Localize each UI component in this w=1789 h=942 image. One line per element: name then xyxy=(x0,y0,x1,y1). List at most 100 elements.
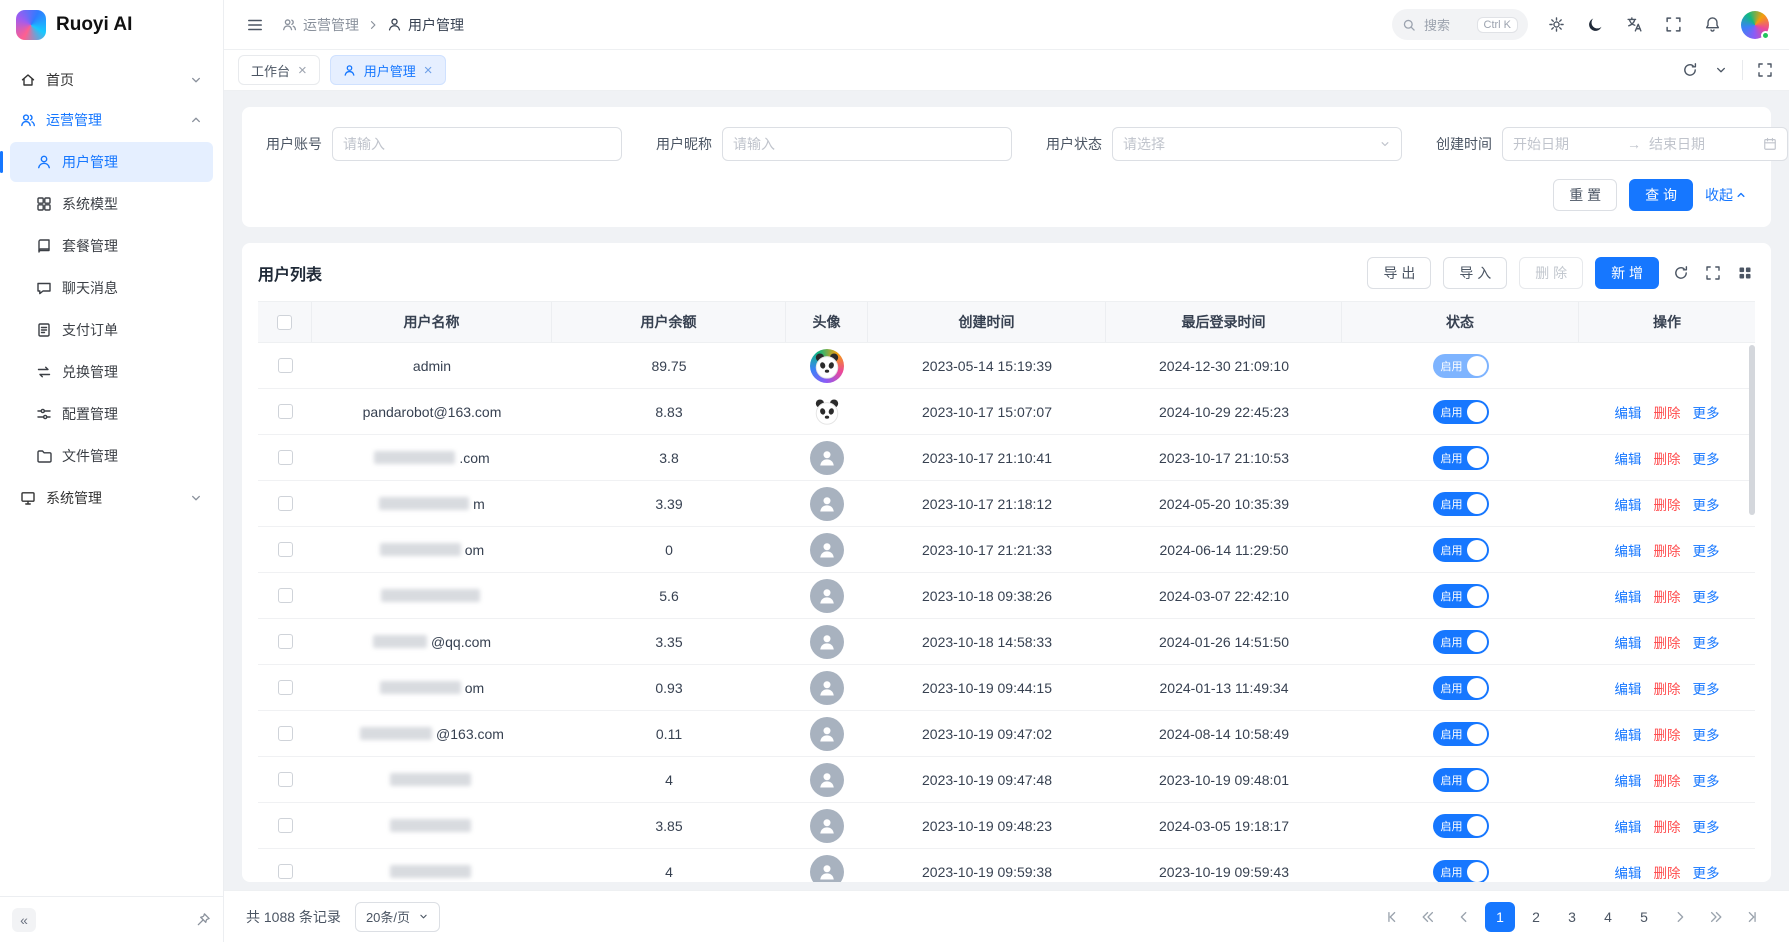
sidebar-item-system[interactable]: 系统管理 xyxy=(10,478,213,518)
delete-row-link[interactable]: 删除 xyxy=(1654,770,1681,790)
status-toggle[interactable]: 启用 xyxy=(1433,630,1489,654)
pin-icon[interactable] xyxy=(196,912,211,927)
more-row-link[interactable]: 更多 xyxy=(1693,494,1720,514)
status-toggle[interactable]: 启用 xyxy=(1433,768,1489,792)
search-button[interactable]: 查 询 xyxy=(1629,179,1693,211)
edit-row-link[interactable]: 编辑 xyxy=(1615,494,1642,514)
dark-mode-moon-icon[interactable] xyxy=(1585,14,1606,35)
column-header-created[interactable]: 创建时间 xyxy=(868,302,1106,342)
edit-row-link[interactable]: 编辑 xyxy=(1615,402,1642,422)
column-header-balance[interactable]: 用户余额 xyxy=(552,302,786,342)
row-checkbox[interactable] xyxy=(278,772,293,787)
row-checkbox[interactable] xyxy=(278,864,293,879)
delete-row-link[interactable]: 删除 xyxy=(1654,540,1681,560)
delete-row-link[interactable]: 删除 xyxy=(1654,816,1681,836)
column-settings-grid-icon[interactable] xyxy=(1735,263,1755,283)
jump-forward-button[interactable] xyxy=(1701,902,1731,932)
bell-icon[interactable] xyxy=(1702,14,1723,35)
status-toggle[interactable]: 启用 xyxy=(1433,722,1489,746)
first-page-button[interactable] xyxy=(1377,902,1407,932)
jump-back-button[interactable] xyxy=(1413,902,1443,932)
column-header-status[interactable]: 状态 xyxy=(1342,302,1579,342)
status-toggle[interactable]: 启用 xyxy=(1433,860,1489,883)
table-scrollbar[interactable] xyxy=(1749,345,1755,515)
translate-icon[interactable] xyxy=(1624,14,1645,35)
row-checkbox[interactable] xyxy=(278,496,293,511)
more-row-link[interactable]: 更多 xyxy=(1693,448,1720,468)
delete-row-link[interactable]: 删除 xyxy=(1654,402,1681,422)
more-row-link[interactable]: 更多 xyxy=(1693,632,1720,652)
hamburger-menu-icon[interactable] xyxy=(244,14,266,36)
more-row-link[interactable]: 更多 xyxy=(1693,402,1720,422)
sidebar-item-messages[interactable]: 聊天消息 xyxy=(10,268,213,308)
user-avatar[interactable] xyxy=(1741,11,1769,39)
more-row-link[interactable]: 更多 xyxy=(1693,586,1720,606)
gear-icon[interactable] xyxy=(1546,14,1567,35)
column-header-actions[interactable]: 操作 xyxy=(1579,302,1755,342)
row-checkbox[interactable] xyxy=(278,588,293,603)
row-checkbox[interactable] xyxy=(278,542,293,557)
status-toggle[interactable]: 启用 xyxy=(1433,538,1489,562)
breadcrumb-users[interactable]: 用户管理 xyxy=(387,15,464,35)
delete-row-link[interactable]: 删除 xyxy=(1654,862,1681,882)
nickname-input[interactable] xyxy=(722,127,1012,161)
page-button-5[interactable]: 5 xyxy=(1629,902,1659,932)
add-button[interactable]: 新 增 xyxy=(1595,257,1659,289)
tab-workbench[interactable]: 工作台 × xyxy=(238,55,320,85)
edit-row-link[interactable]: 编辑 xyxy=(1615,540,1642,560)
prev-page-button[interactable] xyxy=(1449,902,1479,932)
row-checkbox[interactable] xyxy=(278,358,293,373)
delete-row-link[interactable]: 删除 xyxy=(1654,678,1681,698)
edit-row-link[interactable]: 编辑 xyxy=(1615,632,1642,652)
fullscreen-icon[interactable] xyxy=(1663,14,1684,35)
sidebar-item-files[interactable]: 文件管理 xyxy=(10,436,213,476)
row-checkbox[interactable] xyxy=(278,450,293,465)
status-toggle[interactable]: 启用 xyxy=(1433,492,1489,516)
global-search[interactable]: 搜索 Ctrl K xyxy=(1392,9,1528,40)
row-checkbox[interactable] xyxy=(278,726,293,741)
status-toggle[interactable]: 启用 xyxy=(1433,584,1489,608)
status-toggle[interactable]: 启用 xyxy=(1433,446,1489,470)
sidebar-item-operations[interactable]: 运营管理 xyxy=(10,100,213,140)
delete-row-link[interactable]: 删除 xyxy=(1654,724,1681,744)
page-button-2[interactable]: 2 xyxy=(1521,902,1551,932)
edit-row-link[interactable]: 编辑 xyxy=(1615,816,1642,836)
row-checkbox[interactable] xyxy=(278,404,293,419)
import-button[interactable]: 导 入 xyxy=(1443,257,1507,289)
close-icon[interactable]: × xyxy=(424,63,433,78)
close-icon[interactable]: × xyxy=(298,63,307,78)
sidebar-item-plans[interactable]: 套餐管理 xyxy=(10,226,213,266)
account-input[interactable] xyxy=(332,127,622,161)
edit-row-link[interactable]: 编辑 xyxy=(1615,770,1642,790)
column-header-avatar[interactable]: 头像 xyxy=(786,302,868,342)
edit-row-link[interactable]: 编辑 xyxy=(1615,724,1642,744)
more-row-link[interactable]: 更多 xyxy=(1693,770,1720,790)
status-toggle[interactable]: 启用 xyxy=(1433,354,1489,378)
page-button-3[interactable]: 3 xyxy=(1557,902,1587,932)
delete-row-link[interactable]: 删除 xyxy=(1654,632,1681,652)
page-button-1[interactable]: 1 xyxy=(1485,902,1515,932)
column-header-last-login[interactable]: 最后登录时间 xyxy=(1106,302,1342,342)
refresh-icon[interactable] xyxy=(1671,263,1691,283)
status-toggle[interactable]: 启用 xyxy=(1433,400,1489,424)
page-size-select[interactable]: 20条/页 xyxy=(355,902,440,932)
page-button-4[interactable]: 4 xyxy=(1593,902,1623,932)
sidebar-collapse-button[interactable]: « xyxy=(12,908,36,932)
delete-row-link[interactable]: 删除 xyxy=(1654,586,1681,606)
select-all-checkbox[interactable] xyxy=(277,315,292,330)
row-checkbox[interactable] xyxy=(278,634,293,649)
sidebar-item-config[interactable]: 配置管理 xyxy=(10,394,213,434)
breadcrumb-operations[interactable]: 运营管理 xyxy=(282,15,359,35)
row-checkbox[interactable] xyxy=(278,818,293,833)
collapse-filters-link[interactable]: 收起 xyxy=(1705,185,1747,205)
more-row-link[interactable]: 更多 xyxy=(1693,678,1720,698)
sidebar-item-redeem[interactable]: 兑换管理 xyxy=(10,352,213,392)
tab-users[interactable]: 用户管理 × xyxy=(330,55,446,85)
fullscreen-table-icon[interactable] xyxy=(1703,263,1723,283)
more-row-link[interactable]: 更多 xyxy=(1693,540,1720,560)
date-range-picker[interactable]: 开始日期 → 结束日期 xyxy=(1502,127,1788,161)
reset-button[interactable]: 重 置 xyxy=(1553,179,1617,211)
row-checkbox[interactable] xyxy=(278,680,293,695)
last-page-button[interactable] xyxy=(1737,902,1767,932)
status-toggle[interactable]: 启用 xyxy=(1433,814,1489,838)
